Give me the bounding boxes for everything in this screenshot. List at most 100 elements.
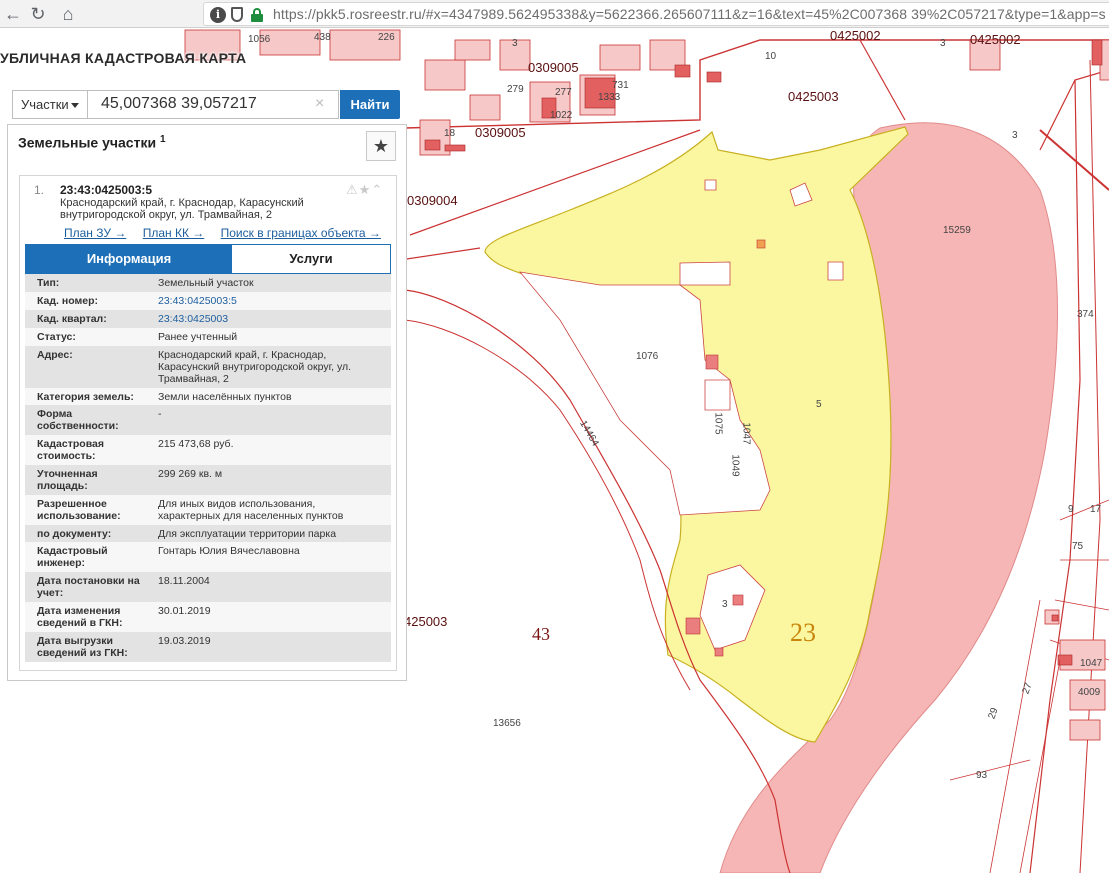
row-value: Для эксплуатации территории парка bbox=[158, 528, 337, 540]
search-type-dropdown[interactable]: Участки bbox=[12, 90, 88, 119]
row-value: 30.01.2019 bbox=[158, 605, 211, 617]
map-label: 10 bbox=[765, 51, 777, 62]
map-label: 0309005 bbox=[475, 125, 526, 140]
row-key: Кад. квартал: bbox=[37, 313, 107, 325]
row-key: Кадастровая стоимость: bbox=[37, 438, 104, 462]
row-value-link[interactable]: 23:43:0425003:5 bbox=[158, 295, 378, 307]
star-icon[interactable]: ★ bbox=[359, 182, 372, 197]
row-key: Кадастровый инженер: bbox=[37, 545, 108, 569]
map-label: 277 bbox=[555, 87, 572, 98]
reload-icon[interactable]: ↻ bbox=[27, 3, 49, 25]
panel-title-text: Земельные участки bbox=[18, 134, 157, 151]
lock-icon[interactable] bbox=[251, 8, 263, 22]
results-panel: Земельные участки 1 ★ 1. 23:43:0425003:5… bbox=[7, 124, 407, 681]
table-row: Дата выгрузки сведений из ГКН: 19.03.201… bbox=[25, 632, 391, 662]
row-key: Категория земель: bbox=[37, 391, 134, 403]
url-text[interactable]: https://pkk5.rosreestr.ru/#x=4347989.562… bbox=[273, 6, 1106, 22]
map-label: 1047 bbox=[1080, 658, 1103, 669]
search-in-bounds-link[interactable]: Поиск в границах объекта → bbox=[221, 226, 381, 240]
row-key: Статус: bbox=[37, 331, 76, 343]
row-key: Тип: bbox=[37, 277, 60, 289]
map-label: 374 bbox=[1077, 309, 1094, 320]
map-label: 93 bbox=[976, 770, 988, 781]
map-label: 1333 bbox=[598, 92, 621, 103]
table-row: Кадастровая стоимость: 215 473,68 руб. bbox=[25, 435, 391, 465]
map-label: 3 bbox=[940, 38, 946, 49]
map-label: 17 bbox=[1090, 504, 1102, 515]
map-label: 0425002 bbox=[970, 32, 1021, 47]
row-key: Дата выгрузки сведений из ГКН: bbox=[37, 635, 128, 659]
result-links: План ЗУ → План КК → Поиск в границах объ… bbox=[64, 226, 394, 240]
result-address: Краснодарский край, г. Краснодар, Карасу… bbox=[60, 197, 304, 221]
search-button[interactable]: Найти bbox=[340, 90, 400, 119]
row-value: Земельный участок bbox=[158, 277, 254, 289]
plan-kk-link[interactable]: План КК → bbox=[143, 226, 205, 240]
favorite-star-button[interactable]: ★ bbox=[366, 131, 396, 161]
clear-icon[interactable]: × bbox=[315, 95, 324, 113]
table-row: Кад. номер: 23:43:0425003:5 bbox=[25, 292, 391, 310]
search-input[interactable]: 45,007368 39,057217 bbox=[87, 90, 339, 119]
row-value: Ранее учтенный bbox=[158, 331, 238, 343]
card-actions: ⚠★⌃ bbox=[346, 182, 383, 198]
tab-services[interactable]: Услуги bbox=[232, 245, 390, 273]
map-label: 18 bbox=[444, 128, 456, 139]
table-row: по документу: Для эксплуатации территори… bbox=[25, 525, 391, 542]
table-row: Тип: Земельный участок bbox=[25, 274, 391, 292]
row-key: Уточненная площадь: bbox=[37, 468, 98, 492]
map-label: 13656 bbox=[493, 718, 521, 729]
row-key: Дата постановки на учет: bbox=[37, 575, 140, 599]
table-row: Форма собственности: - bbox=[25, 405, 391, 435]
row-value: 18.11.2004 bbox=[158, 575, 210, 587]
info-icon[interactable]: i bbox=[210, 7, 226, 23]
row-value: Земли населённых пунктов bbox=[158, 391, 292, 403]
tab-information[interactable]: Информация bbox=[26, 245, 232, 273]
map-label: 1075 bbox=[712, 412, 724, 435]
map-label: 731 bbox=[612, 80, 629, 91]
map-label: 0425003 bbox=[788, 89, 839, 104]
chevron-down-icon bbox=[71, 103, 79, 108]
map-label: 3 bbox=[722, 599, 728, 610]
shield-icon[interactable] bbox=[231, 7, 243, 22]
row-value: 299 269 кв. м bbox=[158, 468, 223, 480]
table-row: Кад. квартал: 23:43:0425003 bbox=[25, 310, 391, 328]
table-row: Адрес: Краснодарский край, г. Краснодар,… bbox=[25, 346, 391, 388]
row-value-link[interactable]: 23:43:0425003 bbox=[158, 313, 378, 325]
address-bar[interactable]: i https://pkk5.rosreestr.ru/#x=4347989.5… bbox=[203, 2, 1109, 26]
map-label: 4009 bbox=[1078, 687, 1101, 698]
table-row: Кадастровый инженер: Гонтарь Юлия Вячесл… bbox=[25, 542, 391, 572]
map-label: 1049 bbox=[729, 454, 741, 477]
warning-icon[interactable]: ⚠ bbox=[346, 182, 359, 197]
map-label: 0309005 bbox=[528, 60, 579, 75]
browser-toolbar: ← ↻ ⌂ i https://pkk5.rosreestr.ru/#x=434… bbox=[0, 0, 1109, 28]
table-row: Дата постановки на учет: 18.11.2004 bbox=[25, 572, 391, 602]
plan-zu-link[interactable]: План ЗУ → bbox=[64, 226, 126, 240]
row-value: - bbox=[158, 408, 162, 420]
search-type-label: Участки bbox=[21, 97, 69, 112]
collapse-icon[interactable]: ⌃ bbox=[371, 182, 383, 197]
table-row: Категория земель: Земли населённых пункт… bbox=[25, 388, 391, 405]
map-label: 1047 bbox=[740, 422, 752, 445]
app-title: УБЛИЧНАЯ КАДАСТРОВАЯ КАРТА bbox=[0, 50, 247, 66]
table-row: Разрешенное использование: Для иных видо… bbox=[25, 495, 391, 525]
row-value: 19.03.2019 bbox=[158, 635, 211, 647]
table-row: Статус: Ранее учтенный bbox=[25, 328, 391, 346]
row-value: Для иных видов использования, характерны… bbox=[158, 498, 344, 522]
row-key: по документу: bbox=[37, 528, 112, 540]
map-label: 226 bbox=[378, 32, 395, 43]
row-key: Форма собственности: bbox=[37, 408, 119, 432]
map-label: 438 bbox=[314, 32, 331, 43]
map-label: 0309004 bbox=[407, 193, 458, 208]
map-label: 43 bbox=[532, 624, 550, 644]
map-label: 1056 bbox=[248, 34, 271, 45]
cadastral-number[interactable]: 23:43:0425003:5 bbox=[60, 183, 152, 197]
row-key: Дата изменения сведений в ГКН: bbox=[37, 605, 123, 629]
map-label: 15259 bbox=[943, 225, 971, 236]
row-value: Гонтарь Юлия Вячеславовна bbox=[158, 545, 300, 557]
back-arrow-icon[interactable]: ← bbox=[2, 3, 24, 25]
table-row: Уточненная площадь: 299 269 кв. м bbox=[25, 465, 391, 495]
map-label: 0425002 bbox=[830, 28, 881, 43]
home-icon[interactable]: ⌂ bbox=[57, 3, 79, 25]
map-label: 5 bbox=[816, 399, 822, 410]
map-label: 75 bbox=[1072, 541, 1084, 552]
panel-title: Земельные участки 1 bbox=[18, 134, 166, 151]
